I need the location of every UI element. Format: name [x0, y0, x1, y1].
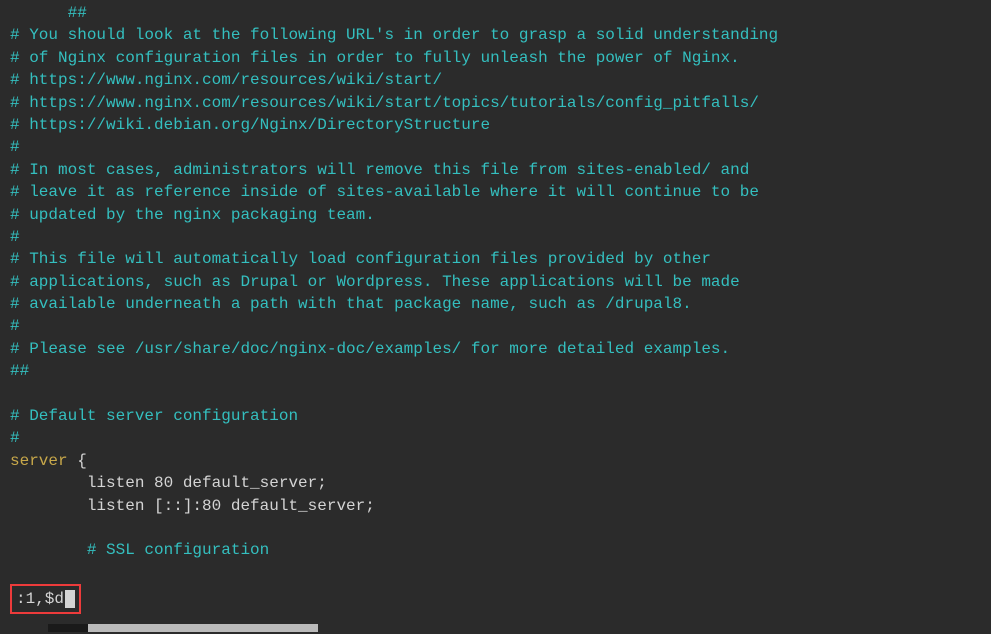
comment-text: # available underneath a path with that … — [10, 295, 692, 313]
editor-content[interactable]: ### You should look at the following URL… — [0, 0, 991, 562]
comment-text: # — [10, 429, 20, 447]
comment-text: # Please see /usr/share/doc/nginx-doc/ex… — [10, 340, 730, 358]
comment-text: # leave it as reference inside of sites-… — [10, 183, 759, 201]
code-line: # https://wiki.debian.org/Nginx/Director… — [10, 114, 991, 136]
code-line: # SSL configuration — [10, 539, 991, 561]
comment-text: # updated by the nginx packaging team. — [10, 206, 375, 224]
comment-text: # — [10, 317, 20, 335]
bottom-bar-segment — [48, 624, 88, 632]
code-line: # You should look at the following URL's… — [10, 24, 991, 46]
code-line: # This file will automatically load conf… — [10, 248, 991, 270]
comment-text: ## — [10, 362, 29, 380]
comment-text: # https://www.nginx.com/resources/wiki/s… — [10, 94, 759, 112]
cursor-block — [65, 590, 75, 608]
comment-text: # This file will automatically load conf… — [10, 250, 711, 268]
comment-text: # SSL configuration — [10, 541, 269, 559]
code-line: # updated by the nginx packaging team. — [10, 204, 991, 226]
code-line: # https://www.nginx.com/resources/wiki/s… — [10, 69, 991, 91]
code-line: listen 80 default_server; — [10, 472, 991, 494]
code-line: listen [::]:80 default_server; — [10, 495, 991, 517]
comment-text: # https://www.nginx.com/resources/wiki/s… — [10, 71, 442, 89]
comment-text: # Default server configuration — [10, 407, 298, 425]
code-line: # https://www.nginx.com/resources/wiki/s… — [10, 92, 991, 114]
comment-text: # of Nginx configuration files in order … — [10, 49, 740, 67]
comment-text: # — [10, 138, 20, 156]
code-line: # — [10, 315, 991, 337]
vim-command-line[interactable]: :1,$d — [10, 584, 81, 614]
code-line: # In most cases, administrators will rem… — [10, 159, 991, 181]
code-line: # Default server configuration — [10, 405, 991, 427]
comment-text: ## — [10, 4, 87, 22]
code-line: # available underneath a path with that … — [10, 293, 991, 315]
code-line: # Please see /usr/share/doc/nginx-doc/ex… — [10, 338, 991, 360]
code-line: # — [10, 136, 991, 158]
open-brace: { — [68, 452, 87, 470]
command-text: :1,$d — [16, 588, 64, 610]
code-line: # applications, such as Drupal or Wordpr… — [10, 271, 991, 293]
code-line: ## — [10, 2, 991, 24]
code-line: # leave it as reference inside of sites-… — [10, 181, 991, 203]
code-line: # — [10, 226, 991, 248]
code-line — [10, 517, 991, 539]
code-line: # — [10, 427, 991, 449]
comment-text: # In most cases, administrators will rem… — [10, 161, 749, 179]
code-line — [10, 383, 991, 405]
comment-text: # — [10, 228, 20, 246]
comment-text: # https://wiki.debian.org/Nginx/Director… — [10, 116, 490, 134]
server-keyword: server — [10, 452, 68, 470]
directive-text: listen [::]:80 default_server; — [10, 497, 375, 515]
code-line: ## — [10, 360, 991, 382]
bottom-status-bar — [0, 624, 991, 634]
bottom-bar-segment — [88, 624, 318, 632]
comment-text: # applications, such as Drupal or Wordpr… — [10, 273, 740, 291]
code-line: server { — [10, 450, 991, 472]
comment-text: # You should look at the following URL's… — [10, 26, 778, 44]
code-line: # of Nginx configuration files in order … — [10, 47, 991, 69]
directive-text: listen 80 default_server; — [10, 474, 327, 492]
